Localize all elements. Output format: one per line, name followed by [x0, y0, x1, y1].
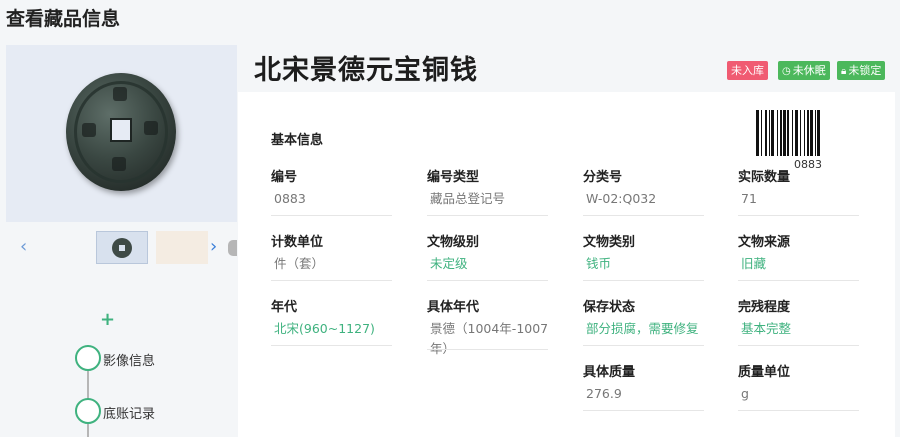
field-label: 具体年代 — [427, 300, 480, 315]
field-label: 文物来源 — [738, 235, 791, 250]
field-divider — [583, 410, 704, 411]
field-value[interactable]: 基本完整 — [741, 319, 861, 339]
field-label: 年代 — [271, 300, 298, 315]
field-label: 文物类别 — [583, 235, 636, 250]
field-divider — [738, 280, 859, 281]
clock-icon: ◷ — [782, 66, 791, 77]
field-value: W-02:Q032 — [586, 191, 657, 206]
field-divider — [271, 280, 392, 281]
field-value: 71 — [741, 191, 757, 206]
thumbnail-2[interactable] — [156, 231, 208, 264]
barcode-number: 0883 — [794, 158, 822, 171]
field-divider — [271, 215, 392, 216]
field-label: 完残程度 — [738, 300, 791, 315]
item-title: 北宋景德元宝铜钱 — [254, 55, 478, 86]
timeline-node-imaging — [75, 345, 101, 371]
field-value[interactable]: 钱币 — [586, 254, 706, 274]
field-value: g — [741, 386, 749, 401]
page-title: 查看藏品信息 — [6, 8, 121, 30]
section-title-basic-info: 基本信息 — [271, 133, 324, 148]
field-divider — [738, 410, 859, 411]
field-divider — [583, 345, 704, 346]
coin-photo — [66, 73, 176, 191]
field-value: 藏品总登记号 — [430, 191, 506, 206]
timeline-item-ledger[interactable]: 底账记录 — [103, 403, 155, 422]
field-divider — [738, 215, 859, 216]
field-divider — [427, 215, 548, 216]
field-label: 分类号 — [583, 170, 623, 185]
field-label: 编号 — [271, 170, 298, 185]
field-value: 0883 — [274, 191, 306, 206]
main-image-viewer[interactable] — [6, 45, 237, 222]
field-label: 计数单位 — [271, 235, 324, 250]
status-badge-not-dormant: ◷ 未休眠 — [778, 61, 830, 80]
thumbnail-1[interactable] — [96, 231, 148, 264]
field-value: 276.9 — [586, 386, 622, 401]
field-divider — [583, 215, 704, 216]
field-divider — [738, 345, 859, 346]
info-panel: 基本信息 0883 编号 0883 编号类型藏品总登记号 分类号 W-02:Q032 实际… — [238, 92, 895, 437]
field-divider — [427, 280, 548, 281]
field-divider — [427, 349, 548, 350]
field-value[interactable]: 旧藏 — [741, 254, 861, 274]
chevron-right-icon[interactable]: › — [210, 238, 217, 256]
field-label: 质量单位 — [738, 365, 791, 380]
field-divider — [583, 280, 704, 281]
lock-icon: 🔒︎ — [841, 66, 847, 77]
thumbnail-3[interactable] — [228, 240, 237, 256]
field-label: 具体质量 — [583, 365, 636, 380]
status-badge-not-locked: 🔒︎ 未锁定 — [837, 61, 886, 80]
timeline-node-ledger — [75, 398, 101, 424]
field-label: 实际数量 — [738, 170, 791, 185]
field-value: 景德（1004年-1007年） — [430, 321, 549, 356]
field-divider — [271, 345, 392, 346]
field-label: 编号类型 — [427, 170, 480, 185]
field-value: 件（套） — [274, 256, 325, 271]
field-value[interactable]: 未定级 — [430, 254, 550, 274]
thumbnail-strip: ‹ › — [6, 228, 237, 268]
status-badge-not-stored: 未入库 — [727, 61, 768, 80]
plus-icon[interactable]: + — [100, 311, 115, 329]
field-label: 文物级别 — [427, 235, 480, 250]
field-value[interactable]: 北宋(960~1127) — [274, 319, 394, 339]
barcode — [756, 110, 860, 156]
chevron-left-icon[interactable]: ‹ — [20, 238, 27, 256]
field-label: 保存状态 — [583, 300, 636, 315]
field-value[interactable]: 部分损腐，需要修复 — [586, 319, 706, 339]
timeline-item-imaging[interactable]: 影像信息 — [103, 350, 155, 369]
